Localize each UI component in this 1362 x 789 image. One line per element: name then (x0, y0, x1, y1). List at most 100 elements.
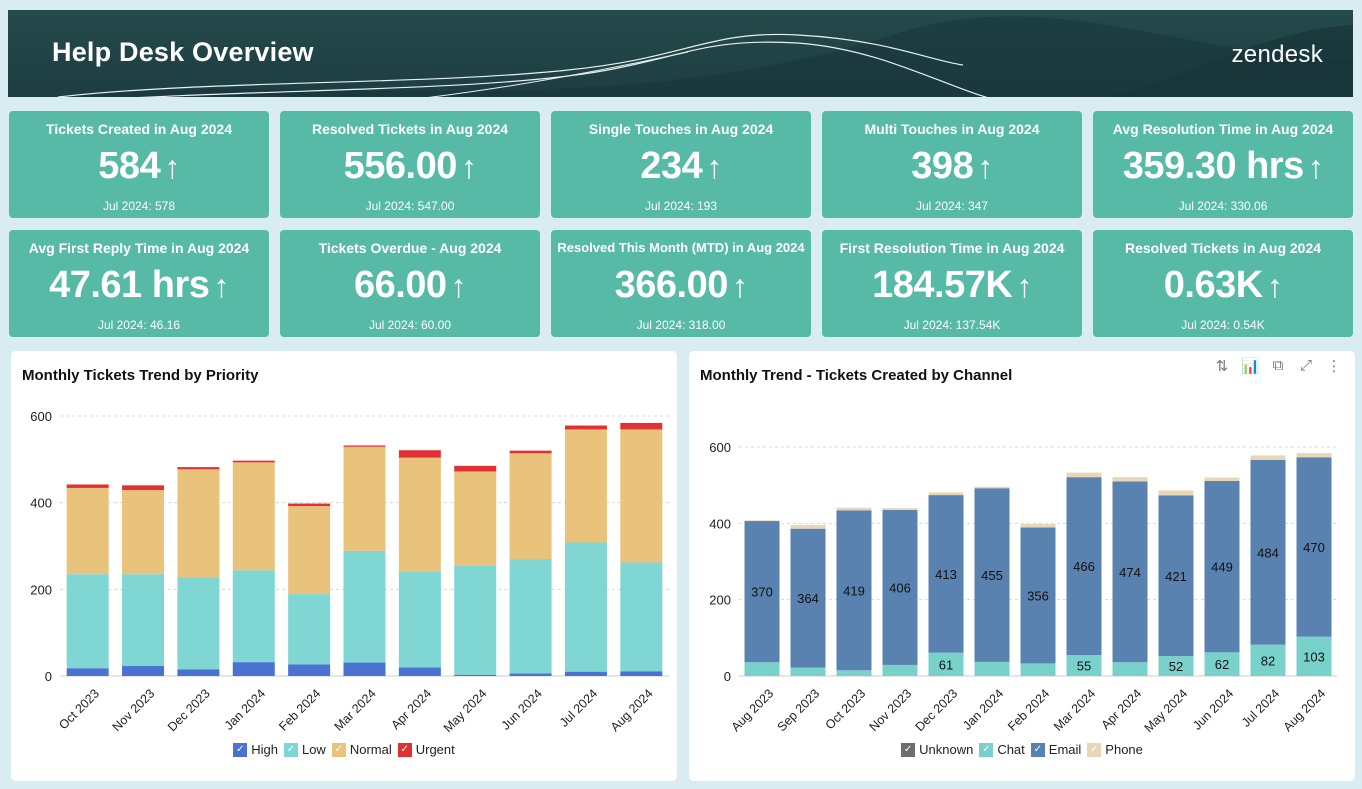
bar-segment-high[interactable] (564, 671, 607, 676)
kpi-card[interactable]: Tickets Created in Aug 2024 584 ↑ Jul 2024:… (9, 111, 269, 218)
bar-segment-high[interactable] (509, 673, 552, 676)
bar-segment-high[interactable] (288, 664, 331, 676)
bar-segment-phone[interactable] (1020, 524, 1056, 528)
bar-segment-phone[interactable] (1296, 453, 1332, 458)
bar-segment-high[interactable] (343, 662, 386, 676)
bar-segment-normal[interactable] (288, 506, 331, 595)
kpi-card[interactable]: Tickets Overdue - Aug 2024 66.00 ↑ Jul 2024… (280, 230, 540, 337)
bar-segment-chat[interactable] (974, 661, 1010, 676)
legend-checkbox-icon[interactable]: ✓ (331, 742, 346, 757)
legend-item-chat[interactable]: ✓ Chat (979, 742, 1025, 757)
bar-segment-high[interactable] (620, 671, 663, 676)
legend-item-phone[interactable]: ✓ Phone (1087, 742, 1143, 757)
bar-segment-low[interactable] (66, 574, 109, 669)
kpi-value: 398 (911, 145, 974, 187)
bar-segment-low[interactable] (509, 559, 552, 674)
bar-segment-chat[interactable] (836, 670, 872, 676)
legend-item-normal[interactable]: ✓ Normal (331, 742, 392, 757)
bar-segment-phone[interactable] (1158, 490, 1194, 496)
kpi-value: 184.57K (872, 264, 1013, 306)
bar-segment-low[interactable] (288, 594, 331, 665)
bar-segment-normal[interactable] (398, 457, 441, 572)
bar-segment-low[interactable] (398, 571, 441, 668)
legend-item-low[interactable]: ✓ Low (283, 742, 326, 757)
kpi-card[interactable]: Avg First Reply Time in Aug 2024 47.61 hr… (9, 230, 269, 337)
bar-segment-urgent[interactable] (564, 425, 607, 430)
bar-segment-chat[interactable] (744, 662, 780, 676)
bar-segment-normal[interactable] (122, 490, 165, 575)
chart-legend: ✓ Unknown ✓ Chat ✓ Email ✓ Phone (689, 740, 1355, 757)
legend-item-urgent[interactable]: ✓ Urgent (397, 742, 455, 757)
bar-segment-chat[interactable] (1112, 662, 1148, 676)
bar-segment-normal[interactable] (564, 429, 607, 543)
kpi-title: Tickets Overdue - Aug 2024 (318, 240, 502, 256)
y-tick-label: 400 (30, 496, 52, 511)
bar-segment-phone[interactable] (744, 520, 780, 522)
bar-segment-normal[interactable] (454, 471, 497, 566)
legend-checkbox-icon[interactable]: ✓ (233, 742, 248, 757)
bar-segment-chat[interactable] (790, 667, 826, 676)
kpi-card[interactable]: Multi Touches in Aug 2024 398 ↑ Jul 2024: 3… (822, 111, 1082, 218)
bar-segment-normal[interactable] (177, 469, 220, 578)
bar-segment-urgent[interactable] (122, 485, 165, 491)
bar-segment-phone[interactable] (928, 492, 964, 496)
bar-segment-urgent[interactable] (398, 450, 441, 458)
bar-segment-chat[interactable] (882, 664, 918, 676)
bar-segment-low[interactable] (343, 550, 386, 663)
kpi-title: Avg Resolution Time in Aug 2024 (1112, 121, 1334, 137)
bar-segment-urgent[interactable] (232, 460, 275, 463)
legend-checkbox-icon[interactable]: ✓ (1030, 742, 1045, 757)
bar-segment-low[interactable] (122, 574, 165, 667)
bar-segment-phone[interactable] (974, 486, 1010, 489)
bar-segment-normal[interactable] (66, 487, 109, 575)
legend-checkbox-icon[interactable]: ✓ (979, 742, 994, 757)
bar-segment-urgent[interactable] (454, 465, 497, 472)
bar-segment-high[interactable] (66, 668, 109, 676)
x-tick-label: Aug 2023 (729, 686, 777, 734)
bar-segment-high[interactable] (122, 666, 165, 676)
legend-checkbox-icon[interactable]: ✓ (901, 742, 916, 757)
bar-segment-urgent[interactable] (66, 484, 109, 488)
bar-segment-phone[interactable] (1112, 477, 1148, 482)
bar-segment-high[interactable] (398, 667, 441, 676)
legend-item-email[interactable]: ✓ Email (1030, 742, 1081, 757)
legend-item-unknown[interactable]: ✓ Unknown (901, 742, 973, 757)
kpi-card[interactable]: Single Touches in Aug 2024 234 ↑ Jul 2024: … (551, 111, 811, 218)
bar-segment-phone[interactable] (790, 524, 826, 529)
kpi-card[interactable]: Resolved Tickets in Aug 2024 556.00 ↑ Jul 2… (280, 111, 540, 218)
bar-segment-low[interactable] (177, 577, 220, 670)
bar-segment-urgent[interactable] (343, 445, 386, 447)
kpi-card[interactable]: Resolved This Month (MTD) in Aug 2024 366… (551, 230, 811, 337)
bar-segment-phone[interactable] (1204, 477, 1240, 481)
legend-item-high[interactable]: ✓ High (233, 742, 278, 757)
bar-segment-high[interactable] (177, 669, 220, 677)
bar-segment-chat[interactable] (1020, 663, 1056, 676)
data-label: 455 (981, 568, 1003, 583)
bar-segment-high[interactable] (232, 662, 275, 676)
bar-segment-urgent[interactable] (288, 503, 331, 507)
bar-segment-low[interactable] (232, 570, 275, 663)
bar-segment-high[interactable] (454, 674, 497, 676)
bar-segment-normal[interactable] (509, 453, 552, 559)
bar-segment-urgent[interactable] (509, 450, 552, 454)
legend-checkbox-icon[interactable]: ✓ (1087, 742, 1102, 757)
kpi-value-row: 556.00 ↑ (280, 145, 540, 188)
bar-segment-urgent[interactable] (177, 467, 220, 470)
bar-segment-low[interactable] (564, 542, 607, 672)
bar-segment-phone[interactable] (836, 507, 872, 511)
bar-segment-low[interactable] (454, 565, 497, 675)
bar-segment-urgent[interactable] (620, 422, 663, 430)
bar-segment-normal[interactable] (232, 462, 275, 571)
bar-segment-normal[interactable] (343, 446, 386, 551)
bar-segment-normal[interactable] (620, 429, 663, 563)
kpi-card[interactable]: First Resolution Time in Aug 2024 184.57K… (822, 230, 1082, 337)
kpi-card[interactable]: Avg Resolution Time in Aug 2024 359.30 hr… (1093, 111, 1353, 218)
bar-segment-phone[interactable] (1066, 472, 1102, 478)
legend-checkbox-icon[interactable]: ✓ (283, 742, 298, 757)
y-tick-label: 0 (724, 669, 731, 684)
bar-segment-phone[interactable] (1250, 455, 1286, 460)
kpi-card[interactable]: Resolved Tickets in Aug 2024 0.63K ↑ Jul 20… (1093, 230, 1353, 337)
bar-segment-phone[interactable] (882, 508, 918, 510)
bar-segment-low[interactable] (620, 562, 663, 672)
legend-checkbox-icon[interactable]: ✓ (397, 742, 412, 757)
